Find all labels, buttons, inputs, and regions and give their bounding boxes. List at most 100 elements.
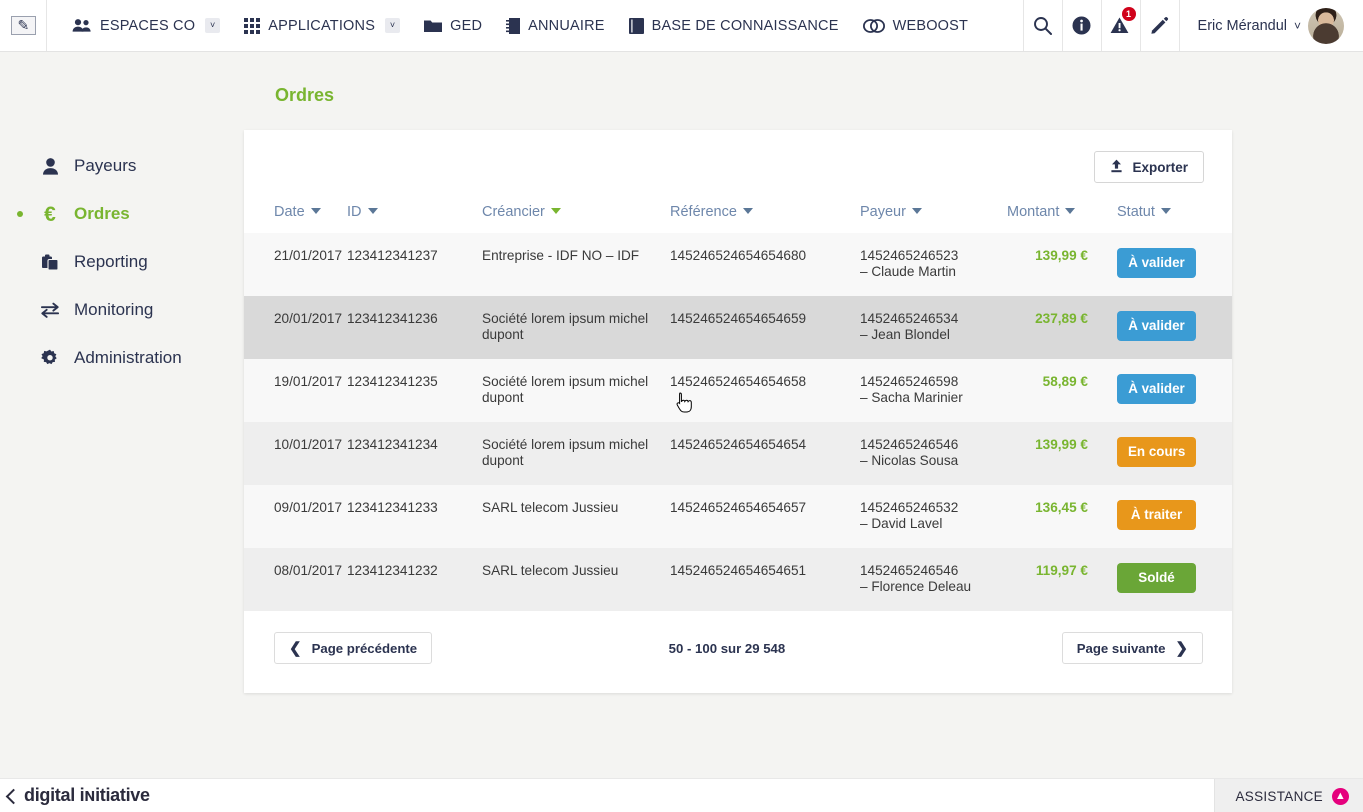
payeur-id: 1452465246523 [860, 248, 959, 263]
chain-links-icon [862, 18, 885, 33]
sidebar-item-reporting[interactable]: Reporting [0, 238, 244, 286]
sidebar-item-label: Ordres [74, 204, 130, 223]
address-book-icon [506, 17, 521, 34]
user-menu[interactable]: Eric Mérandul ˅ [1178, 0, 1363, 51]
alert-warning-icon[interactable]: 1 [1100, 0, 1140, 51]
nav-label: BASE DE CONNAISSANCE [651, 17, 839, 34]
book-icon [628, 17, 644, 34]
page-body: Payeurs € Ordres Reporting Monitoring Ad… [0, 52, 1363, 778]
column-header-montant[interactable]: Montant [1007, 204, 1117, 233]
cell-date: 19/01/2017 [244, 359, 347, 422]
assistance-button[interactable]: ASSISTANCE ▲ [1214, 779, 1363, 812]
table-header: Date ID Créancier Référence Payeur Monta… [244, 204, 1232, 233]
nav-item-ged[interactable]: GED [412, 0, 494, 52]
sort-caret-icon[interactable] [367, 208, 378, 215]
column-header-creancier[interactable]: Créancier [482, 204, 670, 233]
amount-value: 58,89 € [1042, 374, 1088, 389]
avatar [1308, 7, 1344, 44]
cell-reference: 145246524654654659 [670, 296, 860, 359]
cell-montant: 237,89 € [1007, 296, 1117, 359]
nav-item-applications[interactable]: APPLICATIONS ˅ [232, 0, 412, 52]
nav-label: ESPACES CO [100, 17, 196, 34]
table-row[interactable]: 20/01/2017 123412341236 Société lorem ipsu… [244, 296, 1232, 359]
payeur-name: – David Lavel [860, 516, 943, 531]
sort-caret-icon[interactable] [1160, 208, 1171, 215]
amount-value: 139,99 € [1035, 248, 1088, 263]
table-row[interactable]: 09/01/2017 123412341233 SARL telecom Jussi… [244, 485, 1232, 548]
sidebar-item-label: Administration [74, 348, 182, 367]
sort-caret-icon[interactable] [742, 208, 753, 215]
chevron-left-icon: ❮ [289, 639, 302, 657]
card-toolbar: Exporter [244, 130, 1232, 204]
sort-caret-icon-active[interactable] [550, 208, 561, 215]
sidebar: Payeurs € Ordres Reporting Monitoring Ad… [0, 52, 244, 382]
chevron-right-icon: ❯ [1175, 639, 1188, 657]
cell-reference: 145246524654654654 [670, 422, 860, 485]
table-row[interactable]: 08/01/2017 123412341232 SARL telecom Jussi… [244, 548, 1232, 611]
status-badge[interactable]: À valider [1117, 374, 1196, 404]
payeur-id: 1452465246534 [860, 311, 959, 326]
sidebar-item-ordres[interactable]: € Ordres [0, 190, 244, 238]
cell-creancier: Entreprise - IDF NO – IDF [482, 233, 670, 296]
sort-caret-icon[interactable] [911, 208, 922, 215]
next-page-button[interactable]: Page suivante ❯ [1061, 632, 1203, 664]
cell-montant: 136,45 € [1007, 485, 1117, 548]
nav-item-weboost[interactable]: WEBOOST [851, 0, 981, 52]
search-icon[interactable] [1022, 0, 1062, 51]
edit-pencil-icon[interactable] [1139, 0, 1179, 51]
column-header-reference[interactable]: Référence [670, 204, 860, 233]
cell-reference: 145246524654654657 [670, 485, 860, 548]
cell-montant: 139,99 € [1007, 233, 1117, 296]
orders-card: Exporter Date ID Créancier Référence Pay… [244, 130, 1232, 693]
cell-montant: 58,89 € [1007, 359, 1117, 422]
amount-value: 119,97 € [1035, 563, 1088, 578]
info-icon[interactable] [1061, 0, 1101, 51]
status-badge[interactable]: À valider [1117, 311, 1196, 341]
status-badge[interactable]: À valider [1117, 248, 1196, 278]
amount-value: 139,99 € [1035, 437, 1088, 452]
chevron-down-icon[interactable]: ˅ [385, 18, 401, 33]
brand-logo: digital iɴitiative [0, 785, 150, 806]
nav-item-espaces-co[interactable]: ESPACES CO ˅ [60, 0, 232, 52]
cell-id: 123412341234 [347, 422, 482, 485]
cell-payeur: 1452465246532– David Lavel [860, 485, 1007, 548]
column-header-statut[interactable]: Statut [1117, 204, 1232, 233]
status-badge[interactable]: À traiter [1117, 500, 1196, 530]
status-badge[interactable]: En cours [1117, 437, 1197, 467]
euro-icon: € [44, 202, 56, 226]
table-row[interactable]: 21/01/2017 123412341237 Entreprise - IDF N… [244, 233, 1232, 296]
column-header-label: Payeur [860, 204, 906, 220]
cell-creancier: Société lorem ipsum michel dupont [482, 422, 670, 485]
sort-caret-icon[interactable] [1065, 208, 1076, 215]
app-logo-button[interactable]: ✎ [0, 0, 47, 51]
cell-montant: 139,99 € [1007, 422, 1117, 485]
clipboard-icon [40, 254, 60, 271]
cell-date: 09/01/2017 [244, 485, 347, 548]
arrow-up-circle-icon: ▲ [1332, 787, 1349, 805]
table-row[interactable]: 19/01/2017 123412341235 Société lorem ipsu… [244, 359, 1232, 422]
pagination-info: 50 - 100 sur 29 548 [668, 640, 786, 656]
alert-badge-count: 1 [1121, 7, 1136, 21]
table-row[interactable]: 10/01/2017 123412341234 Société lorem ipsu… [244, 422, 1232, 485]
payeur-id: 1452465246546 [860, 437, 959, 452]
cell-payeur: 1452465246534– Jean Blondel [860, 296, 1007, 359]
cell-statut: Soldé [1117, 548, 1232, 611]
sidebar-item-label: Payeurs [74, 156, 137, 175]
sidebar-item-payeurs[interactable]: Payeurs [0, 142, 244, 190]
cell-payeur: 1452465246546– Florence Deleau [860, 548, 1007, 611]
column-header-date[interactable]: Date [244, 204, 347, 233]
status-badge[interactable]: Soldé [1117, 563, 1196, 593]
chevron-down-icon[interactable]: ˅ [1294, 19, 1301, 33]
column-header-id[interactable]: ID [347, 204, 482, 233]
sort-caret-icon[interactable] [310, 208, 321, 215]
chevron-down-icon[interactable]: ˅ [205, 18, 221, 33]
user-name: Eric Mérandul [1197, 17, 1287, 34]
nav-item-annuaire[interactable]: ANNUAIRE [494, 0, 617, 52]
cell-statut: À valider [1117, 296, 1232, 359]
column-header-payeur[interactable]: Payeur [860, 204, 1007, 233]
sidebar-item-administration[interactable]: Administration [0, 334, 244, 382]
nav-item-base-de-connaissance[interactable]: BASE DE CONNAISSANCE [617, 0, 851, 52]
sidebar-item-monitoring[interactable]: Monitoring [0, 286, 244, 334]
export-button[interactable]: Exporter [1094, 151, 1204, 183]
cell-date: 21/01/2017 [244, 233, 347, 296]
